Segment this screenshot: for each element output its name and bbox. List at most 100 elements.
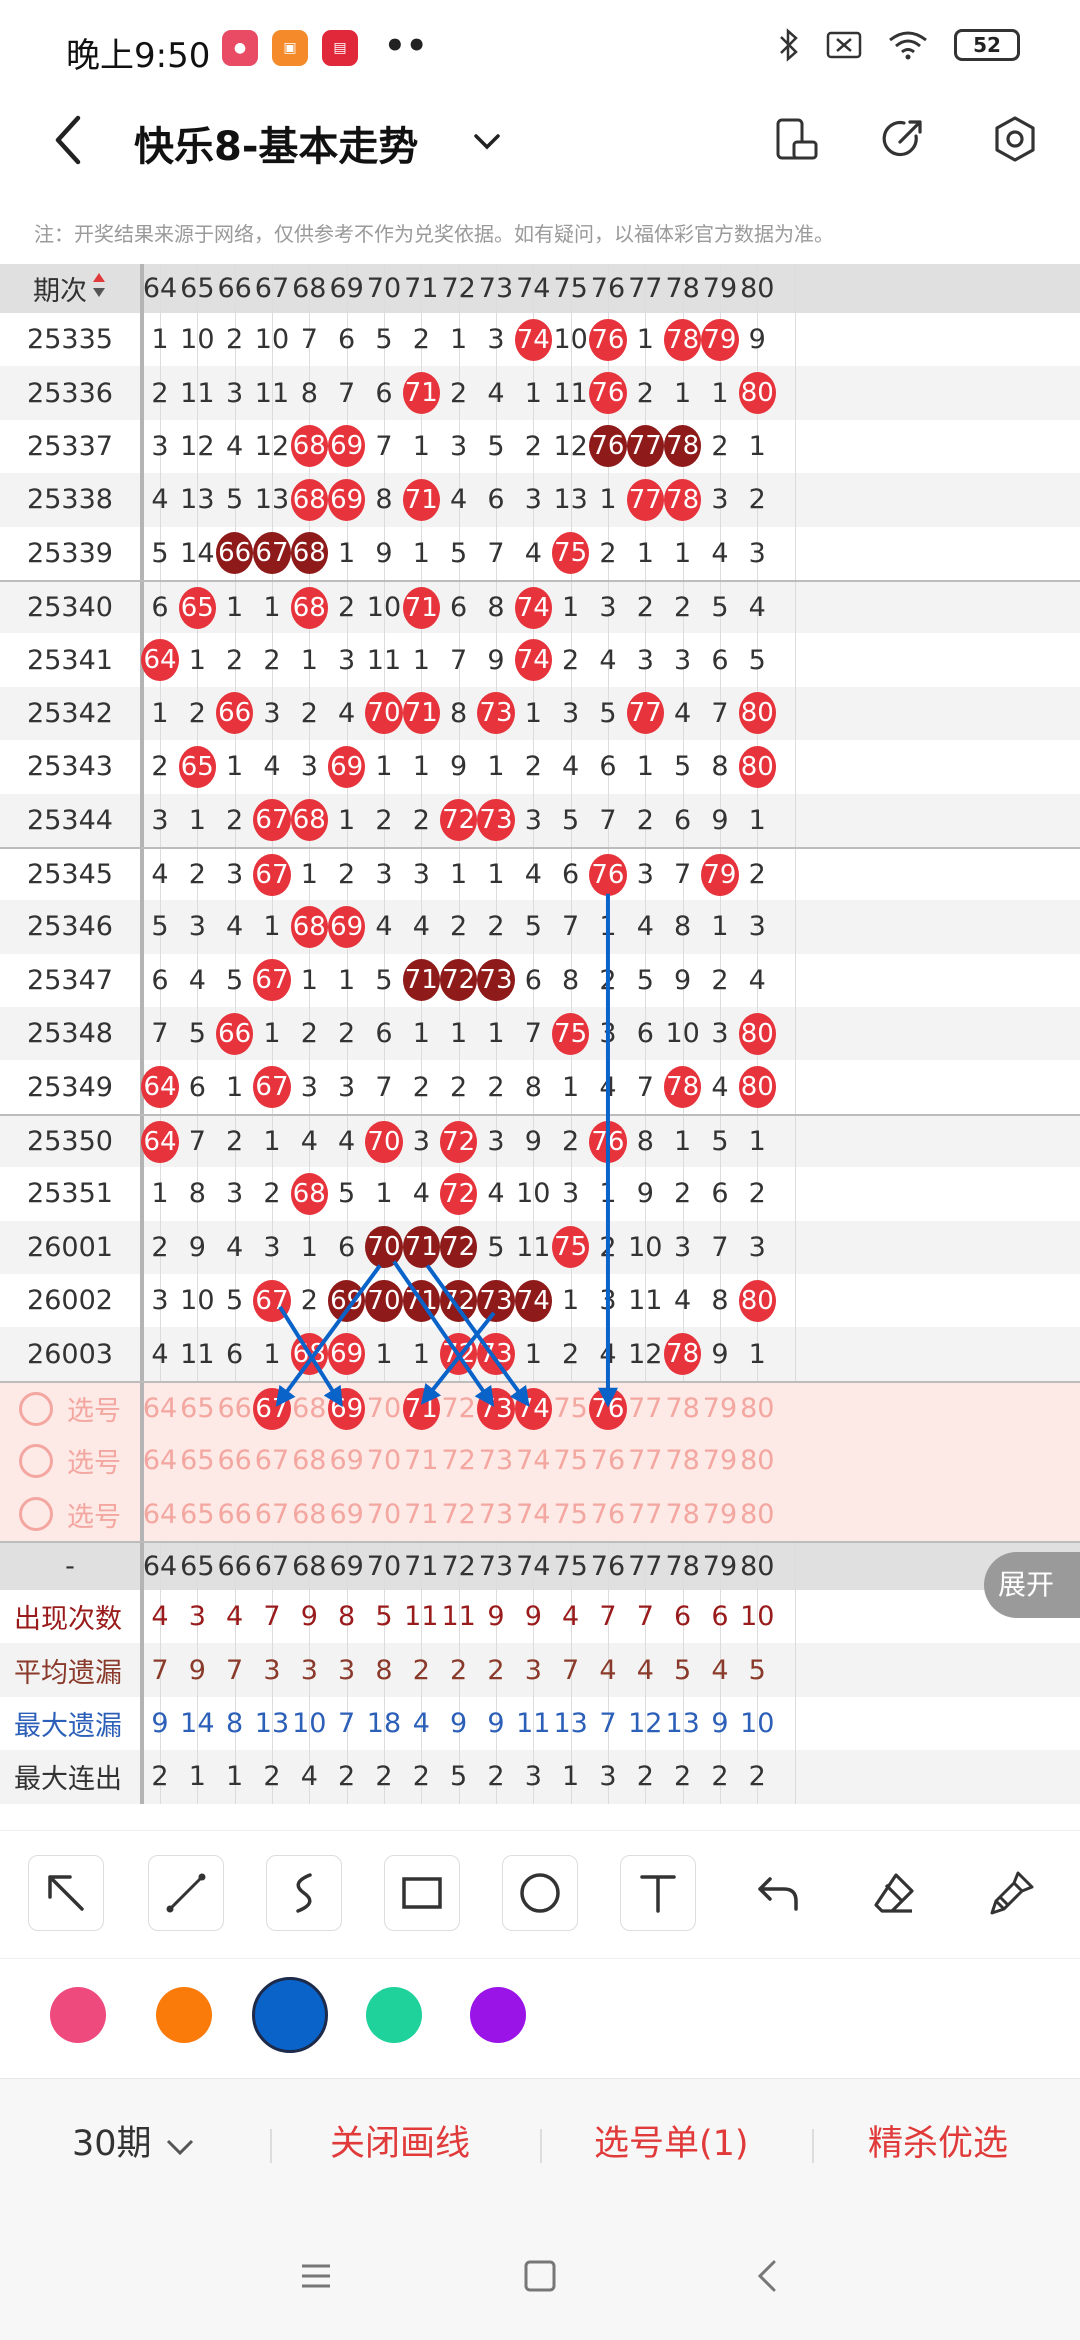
selected-number-ball[interactable]: 69 bbox=[327, 1387, 366, 1430]
select-number-cell[interactable]: 65 bbox=[179, 1488, 216, 1541]
period-select[interactable]: 30期 bbox=[72, 2115, 152, 2166]
color-pink[interactable] bbox=[50, 1987, 106, 2043]
select-number-cell[interactable]: 66 bbox=[216, 1488, 253, 1541]
select-number-cell[interactable]: 69 bbox=[328, 1488, 365, 1541]
select-number-cell[interactable]: 75 bbox=[552, 1488, 589, 1541]
color-purple[interactable] bbox=[470, 1987, 526, 2043]
back-icon[interactable] bbox=[46, 110, 94, 170]
radio-circle-icon[interactable] bbox=[19, 1443, 53, 1478]
select-number-cell[interactable]: 75 bbox=[552, 1383, 589, 1434]
select-number-cell[interactable]: 77 bbox=[627, 1488, 664, 1541]
select-number-cell[interactable]: 65 bbox=[179, 1383, 216, 1434]
text-tool[interactable] bbox=[620, 1855, 696, 1931]
clear-tool[interactable] bbox=[974, 1855, 1050, 1931]
select-number-cell[interactable]: 64 bbox=[141, 1488, 178, 1541]
select-number-cell[interactable]: 77 bbox=[627, 1383, 664, 1434]
select-number-cell[interactable]: 69 bbox=[327, 1383, 366, 1434]
chevron-down-icon[interactable] bbox=[470, 124, 504, 158]
select-number-cell[interactable]: 76 bbox=[589, 1383, 627, 1434]
color-orange[interactable] bbox=[156, 1987, 212, 2043]
select-row-toggle[interactable]: 选号 bbox=[0, 1382, 144, 1435]
select-number-cell[interactable]: 76 bbox=[589, 1434, 626, 1487]
select-number-cell[interactable]: 77 bbox=[627, 1434, 664, 1487]
period-column-header[interactable]: 期次 bbox=[0, 264, 144, 313]
selected-number-ball[interactable]: 73 bbox=[477, 1387, 515, 1430]
rectangle-tool[interactable] bbox=[384, 1855, 460, 1931]
select-number-cell[interactable]: 67 bbox=[253, 1434, 290, 1487]
select-number-cell[interactable]: 80 bbox=[739, 1383, 776, 1434]
column-header: 68 bbox=[292, 1550, 327, 1582]
select-number-cell[interactable]: 79 bbox=[701, 1434, 738, 1487]
select-number-cell[interactable]: 76 bbox=[589, 1488, 626, 1541]
select-number-cell[interactable]: 80 bbox=[739, 1488, 776, 1541]
menu-icon[interactable] bbox=[292, 2252, 340, 2300]
curve-tool[interactable] bbox=[266, 1855, 342, 1931]
selected-number-ball[interactable]: 67 bbox=[253, 1387, 291, 1430]
selected-number-ball[interactable]: 76 bbox=[589, 1387, 627, 1430]
page-title[interactable]: 快乐8-基本走势 bbox=[134, 114, 418, 172]
select-arrow-tool[interactable] bbox=[28, 1855, 104, 1931]
sort-icon[interactable] bbox=[91, 271, 107, 306]
select-number-cell[interactable]: 67 bbox=[253, 1488, 290, 1541]
select-number-cell[interactable]: 78 bbox=[664, 1488, 701, 1541]
select-number-cell[interactable]: 67 bbox=[253, 1383, 291, 1434]
stats-value: 6 bbox=[674, 1601, 692, 1633]
select-number-cell[interactable]: 73 bbox=[477, 1434, 514, 1487]
radio-circle-icon[interactable] bbox=[19, 1497, 53, 1532]
selection-list-button[interactable]: 选号单(1) bbox=[594, 2115, 749, 2166]
line-tool[interactable] bbox=[148, 1855, 224, 1931]
close-line-button[interactable]: 关闭画线 bbox=[330, 2115, 470, 2166]
select-number-cell[interactable]: 66 bbox=[216, 1434, 253, 1487]
omission-cell: 9 bbox=[524, 1126, 542, 1158]
select-number-cell[interactable]: 68 bbox=[291, 1383, 328, 1434]
selected-number-ball[interactable]: 74 bbox=[514, 1387, 552, 1430]
select-number-cell[interactable]: 70 bbox=[365, 1488, 402, 1541]
select-number-cell[interactable]: 71 bbox=[403, 1488, 440, 1541]
select-number-cell[interactable]: 69 bbox=[328, 1434, 365, 1487]
select-row-toggle[interactable]: 选号 bbox=[0, 1487, 144, 1541]
select-number-cell[interactable]: 73 bbox=[477, 1488, 514, 1541]
selected-number-ball[interactable]: 71 bbox=[402, 1387, 440, 1430]
select-number-cell[interactable]: 72 bbox=[440, 1434, 477, 1487]
color-blue-selected[interactable] bbox=[252, 1977, 328, 2053]
select-number-cell[interactable]: 74 bbox=[515, 1434, 552, 1487]
select-number-cell[interactable]: 66 bbox=[216, 1383, 253, 1434]
select-number-cell[interactable]: 71 bbox=[402, 1383, 440, 1434]
select-number-cell[interactable]: 74 bbox=[515, 1488, 552, 1541]
select-number-cell[interactable]: 64 bbox=[141, 1434, 178, 1487]
select-number-cell[interactable]: 75 bbox=[552, 1434, 589, 1487]
select-row-toggle[interactable]: 选号 bbox=[0, 1434, 144, 1488]
select-number-cell[interactable]: 68 bbox=[291, 1434, 328, 1487]
circle-tool[interactable] bbox=[502, 1855, 578, 1931]
settings-icon[interactable] bbox=[990, 114, 1040, 164]
home-icon[interactable] bbox=[516, 2252, 564, 2300]
select-number-cell[interactable]: 78 bbox=[664, 1434, 701, 1487]
omission-cell: 2 bbox=[226, 1126, 244, 1158]
color-green[interactable] bbox=[366, 1987, 422, 2043]
radio-circle-icon[interactable] bbox=[19, 1391, 53, 1426]
select-number-cell[interactable]: 79 bbox=[701, 1488, 738, 1541]
select-number-cell[interactable]: 65 bbox=[179, 1434, 216, 1487]
screen-rotate-icon[interactable] bbox=[772, 114, 822, 164]
select-number-cell[interactable]: 74 bbox=[514, 1383, 552, 1434]
omission-cell: 5 bbox=[748, 644, 766, 676]
undo-tool[interactable] bbox=[740, 1855, 816, 1931]
chevron-down-icon[interactable] bbox=[164, 2137, 196, 2159]
share-icon[interactable] bbox=[878, 114, 928, 164]
eraser-tool[interactable] bbox=[856, 1855, 932, 1931]
select-number-cell[interactable]: 64 bbox=[141, 1383, 178, 1434]
select-number-cell[interactable]: 72 bbox=[440, 1488, 477, 1541]
select-number-cell[interactable]: 72 bbox=[440, 1383, 477, 1434]
back-nav-icon[interactable] bbox=[744, 2252, 792, 2300]
select-number-cell[interactable]: 73 bbox=[477, 1383, 515, 1434]
select-number-cell[interactable]: 78 bbox=[664, 1383, 701, 1434]
select-number-cell[interactable]: 70 bbox=[365, 1434, 402, 1487]
best-picks-button[interactable]: 精杀优选 bbox=[868, 2115, 1008, 2166]
select-number-cell[interactable]: 70 bbox=[365, 1383, 402, 1434]
select-number-cell[interactable]: 79 bbox=[701, 1383, 738, 1434]
select-number-cell[interactable]: 80 bbox=[739, 1434, 776, 1487]
drawn-number-cell: 70 bbox=[365, 687, 403, 740]
select-number-cell[interactable]: 68 bbox=[291, 1488, 328, 1541]
select-number-cell[interactable]: 71 bbox=[403, 1434, 440, 1487]
expand-button[interactable]: 展开 bbox=[984, 1552, 1080, 1618]
